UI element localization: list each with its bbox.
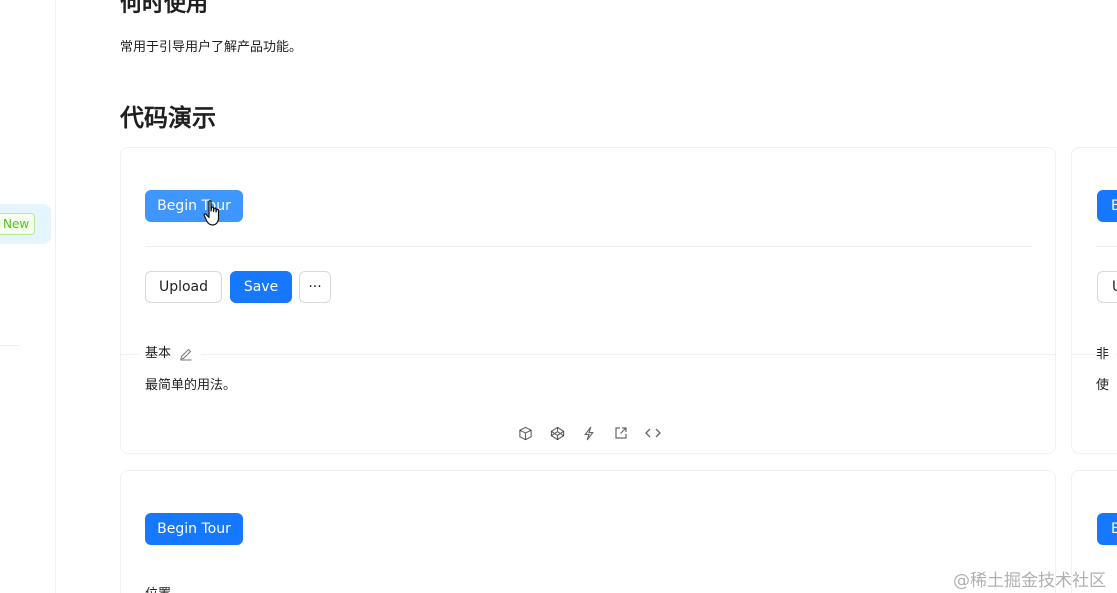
demo-meta-title-right: 非 [1096, 345, 1116, 365]
sidebar-divider [0, 345, 20, 346]
external-link-icon[interactable] [612, 424, 630, 442]
hand-cursor-icon [203, 200, 220, 226]
more-button[interactable]: ··· [299, 271, 331, 303]
demo-card-basic: Begin Tour Upload Save ··· 基本 最简单的用法。 [120, 147, 1056, 454]
codesandbox-icon[interactable] [516, 424, 534, 442]
new-badge: New [0, 213, 35, 235]
upload-button[interactable]: Upload [145, 271, 222, 303]
demo-card-placement: Begin Tour 位置 [120, 470, 1056, 593]
demo-meta-title-2: 位置 [145, 585, 171, 593]
thunderbolt-icon[interactable] [580, 424, 598, 442]
section-title-code-demo: 代码演示 [120, 104, 216, 132]
upload-button-right[interactable]: U [1097, 271, 1117, 303]
code-icon[interactable] [644, 424, 662, 442]
codepen-icon[interactable] [548, 424, 566, 442]
demo-divider [145, 246, 1033, 247]
begin-tour-button-2[interactable]: Begin Tour [145, 513, 243, 545]
save-button[interactable]: Save [230, 271, 292, 303]
section-description-when-to-use: 常用于引导用户了解产品功能。 [120, 40, 303, 55]
demo-meta-title-text: 基本 [145, 346, 172, 361]
demo-card-right-partial: B U 非 使 [1071, 147, 1117, 454]
demo-divider-right [1096, 246, 1117, 247]
begin-tour-button[interactable]: Begin Tour [145, 190, 243, 222]
section-title-when-to-use: 何时使用 [120, 0, 209, 17]
watermark: @稀土掘金技术社区 [953, 571, 1106, 591]
sidebar: New [0, 0, 56, 593]
edit-icon[interactable] [177, 345, 195, 363]
begin-tour-button-right[interactable]: B [1097, 190, 1117, 222]
demo-actions [516, 424, 662, 442]
meta-divider [121, 354, 1055, 355]
demo-meta-description-right: 使 [1096, 378, 1110, 393]
begin-tour-button-right-2[interactable]: B [1097, 513, 1117, 545]
demo-meta-description: 最简单的用法。 [145, 378, 237, 393]
demo-meta-title: 基本 [139, 344, 202, 364]
